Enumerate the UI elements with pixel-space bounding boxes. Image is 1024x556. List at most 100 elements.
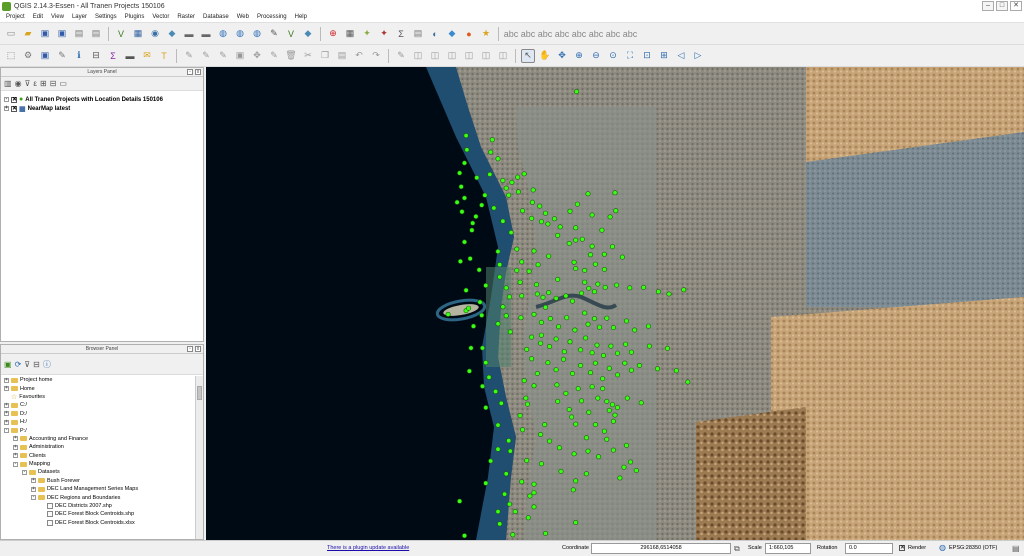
- zoom-layer-icon[interactable]: ⊞: [657, 49, 671, 63]
- project-point[interactable]: [495, 321, 501, 327]
- project-point[interactable]: [614, 405, 620, 411]
- project-point[interactable]: [602, 284, 608, 290]
- menu-settings[interactable]: Settings: [91, 14, 121, 20]
- plugin-f-icon[interactable]: ●: [462, 27, 476, 41]
- project-point[interactable]: [503, 285, 509, 291]
- project-point[interactable]: [524, 401, 530, 407]
- expand-icon[interactable]: -: [4, 97, 9, 102]
- rotation-field[interactable]: 0.0: [845, 543, 893, 554]
- expand-icon[interactable]: -: [22, 469, 27, 475]
- add-wfs-layer-icon[interactable]: ◍: [250, 27, 264, 41]
- filter-expression-icon[interactable]: ε: [33, 79, 37, 88]
- plugin-c-icon[interactable]: Σ: [394, 27, 408, 41]
- project-point[interactable]: [570, 487, 576, 493]
- project-point[interactable]: [531, 504, 537, 510]
- project-point[interactable]: [681, 287, 687, 293]
- expand-icon[interactable]: -: [31, 495, 36, 501]
- project-point[interactable]: [624, 395, 630, 401]
- project-point[interactable]: [561, 349, 567, 355]
- scale-combobox[interactable]: 1:660,105: [765, 543, 811, 554]
- layer-item[interactable]: + ✕ ▦ NearMap latest: [1, 104, 203, 113]
- close-icon[interactable]: ✕: [1010, 1, 1022, 11]
- project-point[interactable]: [566, 240, 572, 246]
- project-point[interactable]: [604, 315, 610, 321]
- pan-map-icon[interactable]: ✋: [538, 49, 552, 63]
- project-point[interactable]: [594, 342, 600, 348]
- coordinate-field[interactable]: 296168,6514058: [591, 543, 731, 554]
- crs-status[interactable]: EPSG:28350 (OTF): [949, 545, 997, 551]
- project-point[interactable]: [592, 360, 598, 366]
- grid-plugin-icon[interactable]: ▦: [343, 27, 357, 41]
- project-point[interactable]: [461, 195, 467, 201]
- project-point[interactable]: [495, 422, 501, 428]
- maximize-icon[interactable]: □: [996, 1, 1008, 11]
- project-point[interactable]: [461, 160, 467, 166]
- project-point[interactable]: [506, 294, 512, 300]
- project-point[interactable]: [664, 345, 670, 351]
- project-point[interactable]: [519, 293, 525, 299]
- browser-item[interactable]: DEC Forest Block Centroids.xlsx: [4, 519, 203, 527]
- add-wms-layer-icon[interactable]: ◍: [216, 27, 230, 41]
- project-point[interactable]: [545, 360, 551, 366]
- project-point[interactable]: [515, 189, 521, 195]
- map-canvas-svg[interactable]: [206, 67, 1024, 540]
- filter-legend-icon[interactable]: ⊽: [25, 79, 31, 88]
- project-point[interactable]: [503, 471, 509, 477]
- open-project-icon[interactable]: ▰: [21, 27, 35, 41]
- project-point[interactable]: [571, 259, 577, 265]
- project-point[interactable]: [636, 362, 642, 368]
- expand-icon[interactable]: +: [13, 436, 18, 442]
- project-point[interactable]: [537, 203, 543, 209]
- project-point[interactable]: [457, 170, 463, 176]
- project-point[interactable]: [473, 214, 479, 220]
- project-point[interactable]: [573, 237, 579, 243]
- project-point[interactable]: [459, 209, 465, 215]
- messages-icon[interactable]: ▤: [1012, 544, 1020, 553]
- project-point[interactable]: [514, 267, 520, 273]
- filter-browser-icon[interactable]: ⊽: [24, 360, 30, 369]
- zoom-selection-icon[interactable]: ⊡: [640, 49, 654, 63]
- project-point[interactable]: [563, 293, 569, 299]
- project-point[interactable]: [623, 442, 629, 448]
- project-point[interactable]: [483, 360, 489, 366]
- project-point[interactable]: [542, 422, 548, 428]
- redo-icon[interactable]: ↷: [369, 49, 383, 63]
- project-point[interactable]: [502, 491, 508, 497]
- project-point[interactable]: [463, 287, 469, 293]
- composer-manager-icon[interactable]: ▤: [89, 27, 103, 41]
- annotation-icon[interactable]: ✉: [140, 49, 154, 63]
- project-point[interactable]: [498, 400, 504, 406]
- project-point[interactable]: [479, 202, 485, 208]
- project-point[interactable]: [606, 365, 612, 371]
- label-tool-e-icon[interactable]: abc: [572, 27, 587, 41]
- project-point[interactable]: [468, 345, 474, 351]
- save-as-icon[interactable]: ▣: [55, 27, 69, 41]
- project-point[interactable]: [583, 335, 589, 341]
- expand-icon[interactable]: +: [4, 106, 9, 111]
- project-point[interactable]: [483, 283, 489, 289]
- add-point-icon[interactable]: ⊕: [326, 27, 340, 41]
- project-point[interactable]: [470, 220, 476, 226]
- project-point[interactable]: [466, 305, 472, 311]
- project-point[interactable]: [503, 185, 509, 191]
- project-point[interactable]: [582, 267, 588, 273]
- float-panel-icon[interactable]: ▫: [187, 69, 193, 75]
- project-point[interactable]: [610, 325, 616, 331]
- project-point[interactable]: [508, 230, 514, 236]
- add-raster-layer-icon[interactable]: ▦: [131, 27, 145, 41]
- browser-item[interactable]: + Project home: [4, 376, 203, 384]
- browser-item[interactable]: + Accounting and Finance: [4, 435, 203, 443]
- project-point[interactable]: [519, 259, 525, 265]
- project-point[interactable]: [529, 199, 535, 205]
- project-point[interactable]: [614, 372, 620, 378]
- save-project-icon[interactable]: ▣: [38, 27, 52, 41]
- project-point[interactable]: [578, 362, 584, 368]
- project-point[interactable]: [586, 285, 592, 291]
- zoom-next-icon[interactable]: ▷: [691, 49, 705, 63]
- project-point[interactable]: [589, 384, 595, 390]
- project-point[interactable]: [524, 457, 530, 463]
- browser-item[interactable]: - Datasets: [4, 468, 203, 476]
- project-point[interactable]: [529, 334, 535, 340]
- project-point[interactable]: [627, 285, 633, 291]
- zoom-native-icon[interactable]: ⊙: [606, 49, 620, 63]
